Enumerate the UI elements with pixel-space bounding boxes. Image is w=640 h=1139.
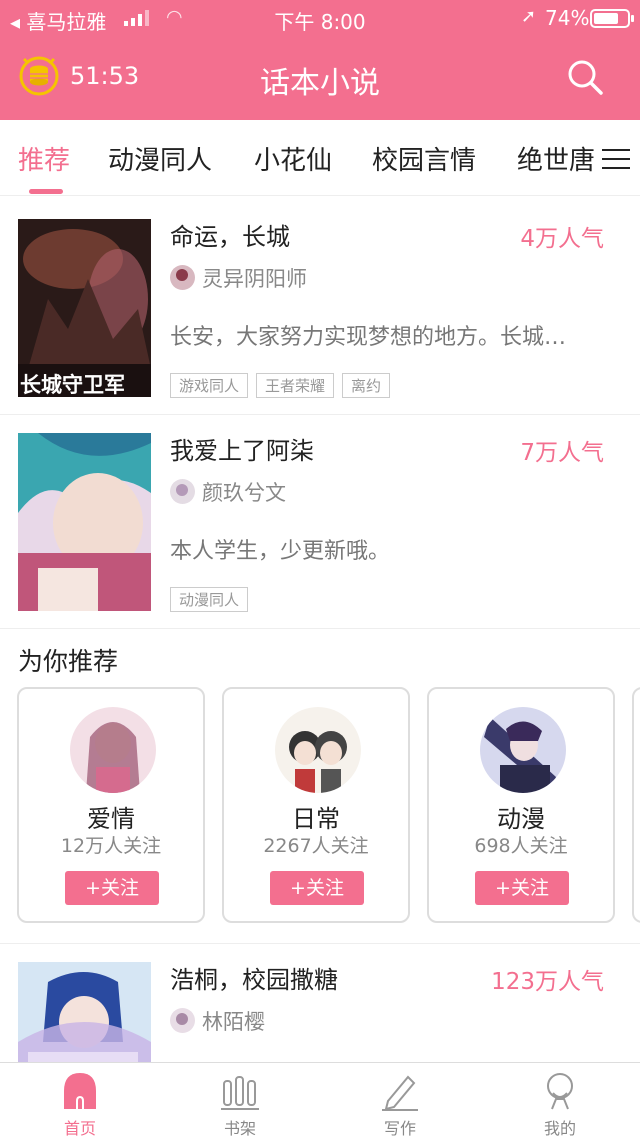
popularity: 7万人气 [520,440,604,466]
follow-count: 698人关注 [474,835,568,857]
app-title: 话本小说 [260,66,380,101]
tab-douluo[interactable]: 绝世唐 [517,140,595,177]
cover-text: 长城守卫军 [20,373,125,397]
tabs-menu-icon[interactable] [596,141,640,177]
tab-indicator [29,189,63,194]
nav-label: 写作 [383,1119,416,1138]
tab-flower-fairy[interactable]: 小花仙 [254,140,332,177]
recommend-card[interactable]: 日常 2267人关注 +关注 [222,687,410,923]
clock: 下午 8:00 [274,10,366,34]
category-name: 日常 [292,805,340,833]
author-name: 林陌樱 [202,1010,265,1034]
author-avatar [170,479,195,504]
tag[interactable]: 动漫同人 [170,587,249,612]
search-icon[interactable] [566,58,604,96]
nav-home[interactable]: 首页 [0,1063,160,1139]
follow-count: 2267人关注 [263,835,369,857]
tab-anime-fanfic[interactable]: 动漫同人 [108,140,212,177]
nav-label: 首页 [63,1119,96,1138]
book-title: 我爱上了阿柒 [170,437,314,465]
follow-button[interactable]: +关注 [475,871,569,905]
home-icon [64,1073,96,1109]
location-icon: ➚ [521,6,537,27]
book-title: 浩桐，校园撒糖 [170,966,338,994]
recommend-card[interactable]: 爱情 12万人关注 +关注 [17,687,205,923]
nav-bookshelf[interactable]: 书架 [160,1063,320,1139]
battery-icon [590,9,634,28]
book-tags: 动漫同人 [170,587,256,612]
bottom-nav: 首页 书架 写作 我的 [0,1062,640,1139]
nav-write[interactable]: 写作 [320,1063,480,1139]
follow-button[interactable]: +关注 [270,871,364,905]
top-bar: ◂ 喜马拉雅 ◠ 下午 8:00 ➚ 74% 51:53 话本小说 [0,0,640,120]
category-avatar [275,707,361,793]
category-tabs: 推荐 动漫同人 小花仙 校园言情 绝世唐 [0,120,640,196]
book-tags: 游戏同人 王者荣耀 离约 [170,373,398,398]
category-name: 动漫 [497,805,545,833]
battery-percent: 74% [545,6,590,30]
tab-campus-romance[interactable]: 校园言情 [372,140,476,177]
book-item[interactable]: 浩桐，校园撒糖 123万人气 林陌樱 [0,943,640,1139]
nav-label: 书架 [223,1119,256,1138]
author-avatar [170,265,195,290]
book-item[interactable]: 长城守卫军 命运，长城 4万人气 灵异阴阳师 长安，大家努力实现梦想的地方。长城… [0,201,640,415]
category-name: 爱情 [87,805,135,833]
popularity: 123万人气 [491,969,604,995]
popularity: 4万人气 [520,226,604,252]
recommend-card[interactable]: 动漫 698人关注 +关注 [427,687,615,923]
tag[interactable]: 离约 [342,373,391,398]
book-cover [18,433,151,611]
author-avatar [170,1008,195,1033]
recommend-card-partial[interactable] [632,687,640,923]
follow-count: 12万人关注 [60,835,162,857]
book-description: 长安，大家努力实现梦想的地方。长城… [170,325,567,350]
category-avatar [70,707,156,793]
bookshelf-icon [221,1076,259,1110]
status-bar: ◂ 喜马拉雅 ◠ 下午 8:00 ➚ 74% [0,0,640,36]
nav-profile[interactable]: 我的 [480,1063,640,1139]
book-cover: 长城守卫军 [18,219,151,397]
tab-recommend[interactable]: 推荐 [18,140,70,177]
book-item[interactable]: 我爱上了阿柒 7万人气 颜玖兮文 本人学生，少更新哦。 动漫同人 [0,415,640,629]
tag[interactable]: 王者荣耀 [256,373,335,398]
recommend-heading: 为你推荐 [18,647,119,676]
author-name: 灵异阴阳师 [202,267,307,291]
category-avatar [480,707,566,793]
book-title: 命运，长城 [170,223,290,251]
pen-icon [382,1075,418,1111]
nav-label: 我的 [543,1119,576,1138]
profile-icon [547,1073,573,1110]
author-name: 颜玖兮文 [202,481,286,505]
follow-button[interactable]: +关注 [65,871,159,905]
book-description: 本人学生，少更新哦。 [170,539,391,564]
tag[interactable]: 游戏同人 [170,373,249,398]
